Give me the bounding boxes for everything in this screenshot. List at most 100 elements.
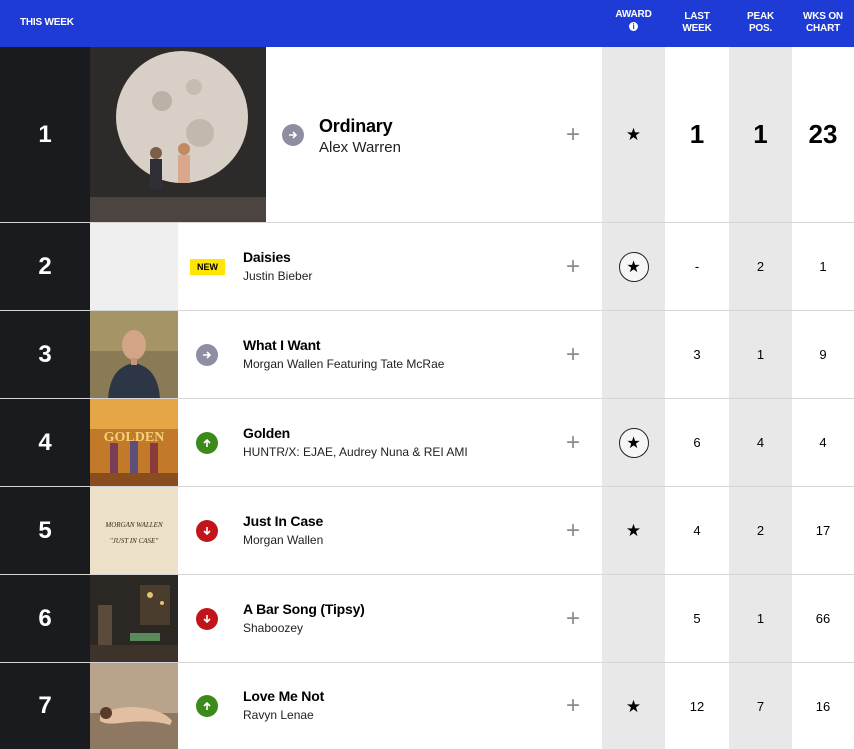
header-peak-line2: POS. [748,23,773,34]
header-last-line1: LAST [684,11,710,22]
award-cell: ★ [602,487,665,574]
info-icon[interactable]: i [629,22,638,31]
rank-number: 5 [0,487,90,574]
golden-art[interactable]: GOLDEN [90,399,178,486]
rank-number: 4 [0,399,90,486]
weeks-value: 23 [808,119,838,149]
peak-value: 4 [756,435,765,450]
add-icon[interactable]: + [564,342,582,366]
award-cell: ★ [602,223,665,310]
weeks-value: 1 [819,259,827,274]
chart-row: 4 GOLDEN Golden HUNTR/X: EJAE, Audrey Nu… [0,399,854,487]
peak-value: 1 [756,611,765,626]
artist-name[interactable]: Morgan Wallen Featuring Tate McRae [243,357,444,371]
trend-same-icon [196,343,218,366]
star-circle-icon[interactable]: ★ [618,251,649,282]
blank-art[interactable] [90,223,178,310]
artist-name[interactable]: HUNTR/X: EJAE, Audrey Nuna & REI AMI [243,445,468,459]
header-wks-line1: WKS ON [803,11,843,22]
man-portrait-art[interactable] [90,311,178,398]
song-title[interactable]: Love Me Not [243,688,324,704]
song-title[interactable]: Golden [243,425,290,441]
award-cell: ★ [602,47,665,222]
star-icon[interactable]: ★ [626,522,641,539]
peak-value: 1 [753,119,768,149]
lying-woman-art[interactable] [90,663,178,749]
star-circle-icon[interactable]: ★ [618,427,649,458]
moon-couple-art[interactable] [90,47,266,222]
song-title[interactable]: What I Want [243,337,321,353]
award-cell [602,311,665,398]
last-week-value: 12 [689,698,705,714]
chart-header: THIS WEEK AWARD i LAST WEEK PEAK POS. WK… [0,0,854,47]
weeks-value: 4 [819,435,827,450]
song-title[interactable]: Just In Case [243,513,323,529]
bar-scene-art[interactable] [90,575,178,662]
header-award-label: AWARD [615,9,652,20]
trend-same-icon [282,123,304,146]
last-week-value: 1 [689,119,705,149]
trend-down-icon [196,607,218,630]
song-title[interactable]: Daisies [243,249,291,265]
artist-name[interactable]: Alex Warren [319,139,401,156]
chart-row: 6 A Bar Song (Tipsy) Shaboozey + 5 1 66 [0,575,854,663]
weeks-value: 17 [815,523,831,538]
rank-number: 6 [0,575,90,662]
artist-name[interactable]: Ravyn Lenae [243,708,314,722]
star-glyph: ★ [626,258,641,276]
header-last-line2: WEEK [682,23,712,34]
star-icon[interactable]: ★ [626,126,641,143]
rank-number: 2 [0,223,90,310]
last-week-value: 3 [693,347,701,362]
rank-number: 1 [0,47,90,222]
chart-row: 3 What I Want Morgan Wallen Featuring Ta… [0,311,854,399]
weeks-value: 16 [815,698,831,714]
chart-row: 1 Ordinary Alex Warren + ★ 1 1 23 [0,47,854,223]
chart-row: 2 NEW Daisies Justin Bieber + ★ - 2 1 [0,223,854,311]
header-peak-line1: PEAK [747,11,774,22]
peak-value: 1 [756,347,765,362]
last-week-value: 5 [693,611,701,626]
star-glyph: ★ [626,434,641,452]
weeks-value: 66 [815,611,831,626]
header-award: AWARD i [602,9,665,33]
header-this-week: THIS WEEK [20,17,74,28]
song-title[interactable]: A Bar Song (Tipsy) [243,601,365,617]
add-icon[interactable]: + [564,254,582,278]
handwritten-line1: MORGAN WALLEN [104,521,163,529]
add-icon[interactable]: + [564,430,582,454]
add-icon[interactable]: + [564,122,582,146]
artist-name[interactable]: Shaboozey [243,621,303,635]
header-peak-pos: PEAK POS. [729,11,792,35]
weeks-value: 9 [819,347,827,362]
trend-down-icon [196,519,218,542]
artist-name[interactable]: Justin Bieber [243,269,312,283]
new-badge: NEW [190,258,225,275]
last-week-value: 6 [693,435,701,450]
peak-value: 2 [756,259,765,274]
header-weeks-on-chart: WKS ON CHART [792,11,854,35]
rank-number: 3 [0,311,90,398]
song-title[interactable]: Ordinary [319,116,393,137]
award-cell: ★ [602,663,665,749]
handwritten-art[interactable]: MORGAN WALLEN "JUST IN CASE" [90,487,178,574]
peak-value: 7 [756,698,765,714]
header-last-week: LAST WEEK [665,11,729,35]
chart-row: 5 MORGAN WALLEN "JUST IN CASE" Just In C… [0,487,854,575]
add-icon[interactable]: + [564,694,582,718]
trend-up-icon [196,431,218,454]
trend-up-icon [196,695,218,717]
star-icon[interactable]: ★ [626,698,641,715]
add-icon[interactable]: + [564,518,582,542]
last-week-value: - [694,259,700,274]
peak-value: 2 [756,523,765,538]
award-cell [602,575,665,662]
chart-row: 7 Love Me Not Ravyn Lenae + ★ 12 7 16 [0,663,854,749]
award-cell: ★ [602,399,665,486]
header-wks-line2: CHART [806,23,840,34]
last-week-value: 4 [693,523,701,538]
handwritten-line2: "JUST IN CASE" [110,537,159,545]
add-icon[interactable]: + [564,606,582,630]
artist-name[interactable]: Morgan Wallen [243,533,323,547]
rank-number: 7 [0,663,90,749]
